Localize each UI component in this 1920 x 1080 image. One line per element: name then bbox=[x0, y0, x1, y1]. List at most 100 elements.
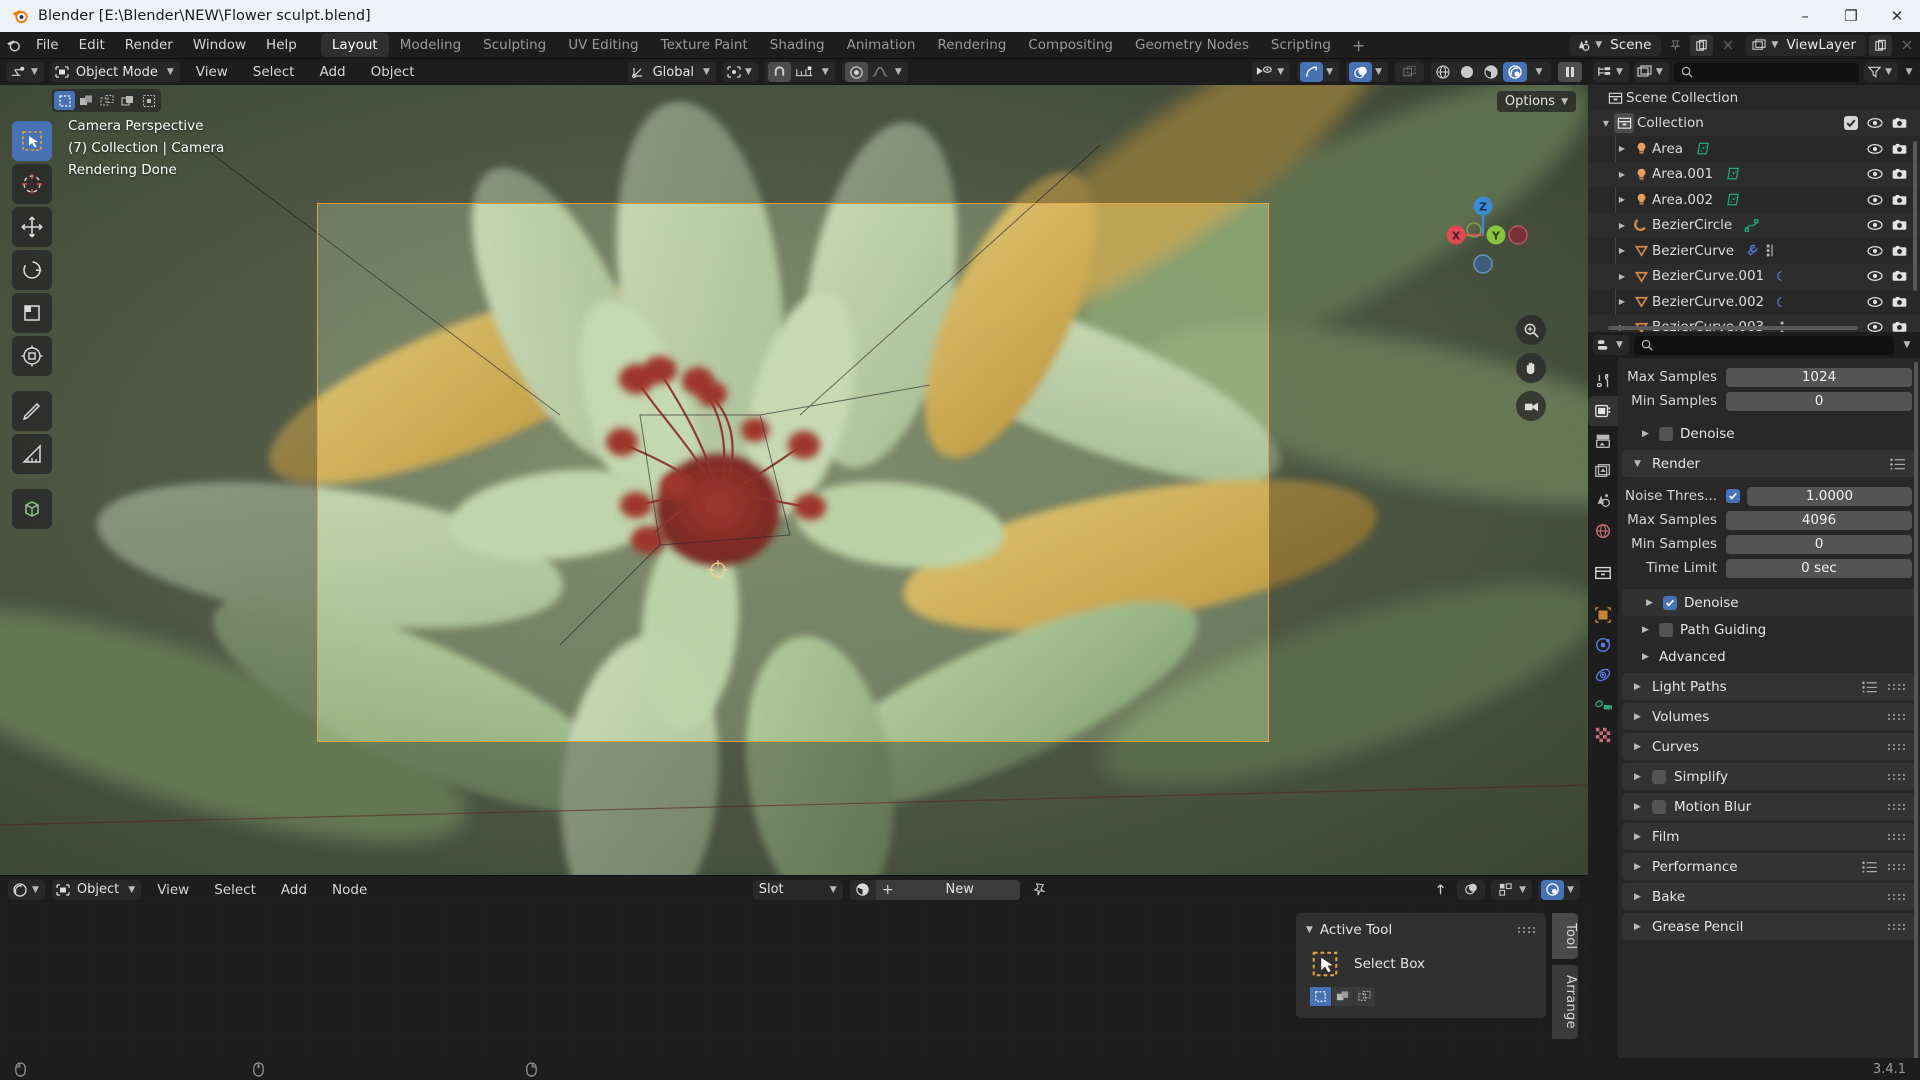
interaction-mode-selector[interactable]: Object Mode ▼ bbox=[50, 62, 180, 82]
shader-editor-canvas[interactable]: ▼ Active Tool Select Box Tool Arrange bbox=[0, 903, 1588, 1080]
outliner-row-area[interactable]: ▶ Area bbox=[1588, 136, 1920, 162]
path-guiding-checkbox[interactable] bbox=[1659, 622, 1673, 637]
menu-render[interactable]: Render bbox=[115, 34, 183, 56]
select-difference-mode-button[interactable] bbox=[138, 91, 159, 110]
maximize-button[interactable]: ❐ bbox=[1828, 0, 1874, 32]
active-tool-row[interactable]: Select Box bbox=[1296, 941, 1546, 987]
properties-search-input[interactable] bbox=[1633, 335, 1894, 355]
menu-window[interactable]: Window bbox=[183, 34, 256, 56]
properties-tab-data[interactable] bbox=[1588, 690, 1618, 720]
overlays-icon[interactable] bbox=[1460, 882, 1482, 897]
chevron-right-icon[interactable]: ▶ bbox=[1634, 832, 1644, 842]
viewport-menu-add[interactable]: Add bbox=[310, 62, 354, 82]
workspace-tab-uv-editing[interactable]: UV Editing bbox=[557, 33, 649, 57]
proportional-edit-icon[interactable] bbox=[844, 62, 868, 82]
outliner-search-input[interactable] bbox=[1673, 62, 1860, 82]
tool-measure[interactable] bbox=[12, 434, 52, 474]
camera-view-icon[interactable] bbox=[1516, 391, 1546, 421]
properties-tab-object[interactable] bbox=[1588, 600, 1618, 630]
select-subtract-minibutton[interactable] bbox=[1354, 987, 1375, 1006]
expand-triangle-icon[interactable]: ▶ bbox=[1614, 272, 1630, 281]
volumes-panel[interactable]: ▶ Volumes bbox=[1622, 703, 1916, 730]
workspace-tab-shading[interactable]: Shading bbox=[759, 33, 836, 57]
eye-icon[interactable] bbox=[1867, 245, 1883, 257]
chevron-right-icon[interactable]: ▶ bbox=[1634, 682, 1644, 692]
gizmo-toggle-group[interactable]: ▼ bbox=[1297, 62, 1340, 82]
tool-move[interactable] bbox=[12, 207, 52, 247]
outliner-row-beziercircle[interactable]: ▶ BezierCircle bbox=[1588, 212, 1920, 238]
outliner-tree[interactable]: ▶ Scene Collection ▼ Collection bbox=[1588, 85, 1920, 332]
pan-hand-icon[interactable] bbox=[1516, 353, 1546, 383]
expand-triangle-icon[interactable]: ▶ bbox=[1614, 170, 1630, 179]
shader-menu-select[interactable]: Select bbox=[205, 880, 265, 900]
shader-menu-view[interactable]: View bbox=[148, 880, 198, 900]
expand-triangle-icon[interactable]: ▼ bbox=[1598, 119, 1614, 128]
render-denoise-row[interactable]: ▶ Denoise bbox=[1622, 589, 1916, 616]
select-set-mode-button[interactable] bbox=[1310, 987, 1331, 1006]
add-workspace-button[interactable]: + bbox=[1342, 33, 1375, 58]
workspace-tab-scripting[interactable]: Scripting bbox=[1260, 33, 1342, 57]
properties-scrollbar[interactable] bbox=[1914, 362, 1918, 1062]
shader-type-selector[interactable]: Object ▼ bbox=[51, 879, 142, 900]
camera-icon[interactable] bbox=[1892, 194, 1907, 206]
properties-tab-modifier[interactable] bbox=[1588, 630, 1618, 660]
render-min-samples-field[interactable]: 0 bbox=[1726, 534, 1912, 554]
node-shading-toggle[interactable]: ▼ bbox=[1538, 879, 1581, 900]
viewport-options-button[interactable]: Options ▼ bbox=[1496, 91, 1576, 112]
outliner-row-scene-collection[interactable]: ▶ Scene Collection bbox=[1588, 85, 1920, 111]
workspace-tab-geometry-nodes[interactable]: Geometry Nodes bbox=[1124, 33, 1260, 57]
eye-icon[interactable] bbox=[1867, 321, 1883, 332]
zoom-icon[interactable] bbox=[1516, 315, 1546, 345]
chevron-right-icon[interactable]: ▶ bbox=[1634, 922, 1644, 932]
properties-tab-render[interactable] bbox=[1588, 396, 1618, 426]
pivot-point-selector[interactable]: ▼ bbox=[722, 62, 758, 82]
curves-panel[interactable]: ▶ Curves bbox=[1622, 733, 1916, 760]
workspace-tab-animation[interactable]: Animation bbox=[836, 33, 927, 57]
camera-icon[interactable] bbox=[1892, 117, 1907, 129]
viewport-denoise-row[interactable]: ▶ Denoise bbox=[1618, 420, 1920, 447]
drag-handle-icon[interactable] bbox=[1888, 863, 1906, 870]
chevron-right-icon[interactable]: ▶ bbox=[1634, 802, 1644, 812]
properties-tab-scene[interactable] bbox=[1588, 486, 1618, 516]
noise-threshold-checkbox[interactable] bbox=[1726, 489, 1740, 503]
proportional-editing-controls[interactable]: ▼ bbox=[841, 62, 908, 82]
new-viewlayer-button[interactable] bbox=[1869, 34, 1892, 56]
snap-to-increment-icon[interactable] bbox=[791, 65, 819, 79]
eye-icon[interactable] bbox=[1867, 168, 1883, 180]
modifier-wrench-icon[interactable] bbox=[1734, 243, 1760, 258]
select-box-mode-button[interactable] bbox=[54, 91, 75, 110]
magnet-icon[interactable] bbox=[767, 62, 791, 82]
chevron-down-icon[interactable]: ▼ bbox=[1634, 459, 1644, 469]
outliner-row-area-002[interactable]: ▶ Area.002 bbox=[1588, 187, 1920, 213]
drag-handle-icon[interactable] bbox=[1888, 773, 1906, 780]
outliner-filter-button[interactable]: ▼ bbox=[1864, 62, 1898, 82]
tool-rotate[interactable] bbox=[12, 250, 52, 290]
camera-icon[interactable] bbox=[1892, 321, 1907, 332]
expand-triangle-icon[interactable]: ▶ bbox=[1614, 246, 1630, 255]
camera-icon[interactable] bbox=[1892, 168, 1907, 180]
properties-tab-collection[interactable] bbox=[1588, 558, 1618, 588]
light-paths-presets-icon[interactable] bbox=[1861, 680, 1878, 693]
eye-icon[interactable] bbox=[1867, 143, 1883, 155]
select-extend-mode-button[interactable] bbox=[75, 91, 96, 110]
chevron-right-icon[interactable]: ▶ bbox=[1634, 772, 1644, 782]
sidebar-tab-arrange[interactable]: Arrange bbox=[1552, 965, 1578, 1040]
workspace-tab-rendering[interactable]: Rendering bbox=[926, 33, 1017, 57]
grease-pencil-panel[interactable]: ▶ Grease Pencil bbox=[1622, 913, 1916, 940]
outliner-vertical-scrollbar[interactable] bbox=[1913, 141, 1917, 291]
properties-editor-type-selector[interactable]: ▼ bbox=[1593, 335, 1629, 355]
drag-handle-icon[interactable] bbox=[1888, 683, 1906, 690]
curve-small-icon[interactable] bbox=[1764, 295, 1785, 309]
chevron-right-icon[interactable]: ▶ bbox=[1646, 598, 1656, 608]
3d-viewport[interactable]: Camera Perspective (7) Collection | Came… bbox=[0, 85, 1588, 875]
minimize-button[interactable]: – bbox=[1782, 0, 1828, 32]
drag-handle-icon[interactable] bbox=[1518, 927, 1536, 933]
menu-edit[interactable]: Edit bbox=[69, 34, 115, 56]
drag-handle-icon[interactable] bbox=[1888, 713, 1906, 720]
camera-icon[interactable] bbox=[1892, 296, 1907, 308]
tool-scale[interactable] bbox=[12, 293, 52, 333]
camera-icon[interactable] bbox=[1892, 219, 1907, 231]
max-samples-field[interactable]: 1024 bbox=[1726, 367, 1912, 387]
select-subtract-mode-button[interactable] bbox=[96, 91, 117, 110]
workspace-tab-texture-paint[interactable]: Texture Paint bbox=[650, 33, 759, 57]
